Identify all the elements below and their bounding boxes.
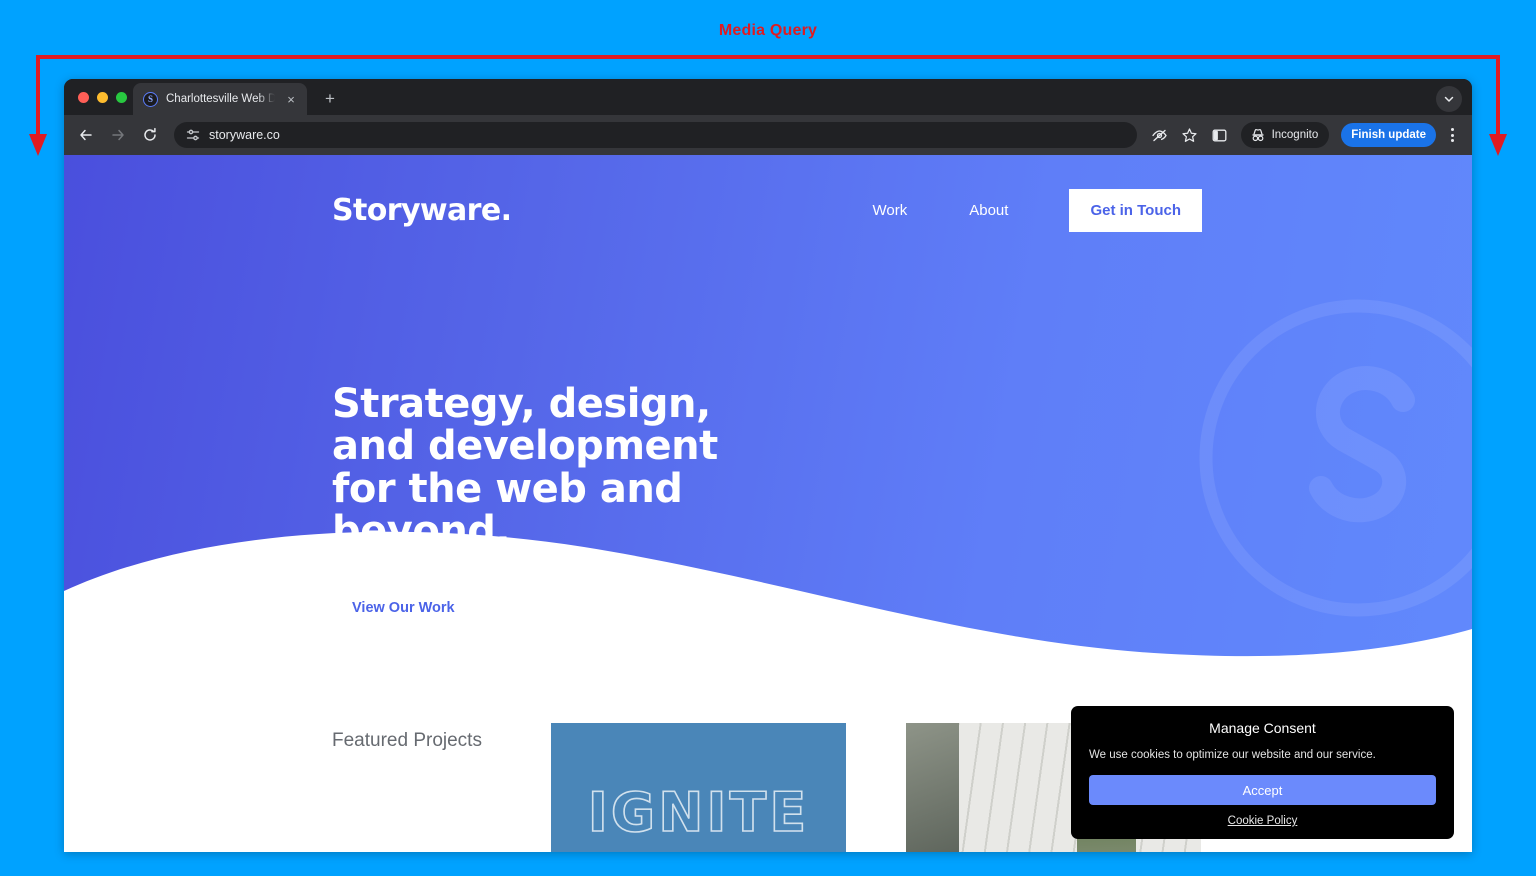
kebab-dot (1450, 128, 1454, 131)
featured-projects-heading: Featured Projects (332, 730, 482, 751)
address-bar[interactable]: storyware.co (174, 122, 1137, 148)
site-logo[interactable]: Storyware. (332, 192, 512, 228)
star-icon (1182, 127, 1197, 142)
finish-update-button[interactable]: Finish update (1341, 123, 1436, 147)
browser-window: S Charlottesville Web Design & × + (64, 79, 1472, 852)
incognito-hat-icon (1251, 129, 1264, 142)
hero-section: Storyware. Work About Get in Touch Strat… (64, 155, 1472, 715)
consent-title: Manage Consent (1209, 720, 1316, 736)
view-our-work-button[interactable]: View Our Work (332, 586, 475, 629)
tab-search-button[interactable] (1436, 86, 1462, 112)
reload-icon (144, 127, 156, 141)
incognito-label: Incognito (1271, 129, 1319, 141)
back-arrow-icon (80, 129, 92, 141)
project-card-label: IGNITE (587, 780, 810, 845)
url-text: storyware.co (209, 128, 280, 142)
close-tab-icon[interactable]: × (283, 93, 299, 106)
page-viewport: Storyware. Work About Get in Touch Strat… (64, 155, 1472, 852)
nav-link-about[interactable]: About (938, 202, 1039, 219)
hero-wave-divider (64, 531, 1472, 715)
browser-tab[interactable]: S Charlottesville Web Design & × (133, 83, 307, 115)
side-panel-button[interactable] (1207, 122, 1233, 148)
storyware-s-favicon-icon: S (143, 91, 158, 107)
get-in-touch-button[interactable]: Get in Touch (1069, 188, 1202, 232)
new-tab-button[interactable]: + (321, 90, 339, 107)
incognito-indicator[interactable]: Incognito (1240, 122, 1330, 148)
forward-arrow-icon (112, 129, 124, 141)
cookie-policy-link[interactable]: Cookie Policy (1089, 815, 1436, 827)
project-card-ignite[interactable]: IGNITE (551, 723, 846, 852)
consent-description: We use cookies to optimize our website a… (1089, 749, 1376, 761)
reload-button[interactable] (136, 121, 164, 149)
bookmark-button[interactable] (1177, 122, 1203, 148)
nav-link-work[interactable]: Work (842, 202, 939, 219)
cookie-consent-dialog: Manage Consent We use cookies to optimiz… (1071, 706, 1454, 839)
tab-title: Charlottesville Web Design & (166, 93, 275, 105)
back-button[interactable] (72, 121, 100, 149)
tune-icon[interactable] (186, 128, 200, 142)
window-controls (76, 79, 133, 115)
eye-off-icon (1152, 129, 1167, 141)
site-header: Storyware. Work About Get in Touch (64, 155, 1472, 265)
kebab-dot (1450, 133, 1454, 137)
tracking-protection-button[interactable] (1147, 122, 1173, 148)
site-logo-period: . (500, 192, 512, 228)
minimize-window-button[interactable] (97, 91, 108, 103)
annotation-title: Media Query (718, 22, 818, 39)
site-logo-text: Storyware (332, 192, 501, 228)
maximize-window-button[interactable] (116, 91, 127, 103)
site-nav: Work About Get in Touch (842, 188, 1202, 232)
browser-toolbar: storyware.co Incognito Finish update (64, 115, 1472, 155)
forward-button[interactable] (104, 121, 132, 149)
side-panel-icon (1212, 129, 1227, 141)
close-window-button[interactable] (78, 91, 89, 103)
project-card-photo-roof (906, 723, 960, 852)
accept-cookies-button[interactable]: Accept (1089, 775, 1436, 805)
hero-title: Strategy, design, and development for th… (332, 381, 718, 555)
kebab-dot (1450, 139, 1454, 142)
chevron-down-icon (1444, 96, 1454, 102)
hero-content: Strategy, design, and development for th… (332, 383, 752, 629)
tab-strip: S Charlottesville Web Design & × + (64, 79, 1472, 115)
project-card-label-wrap: IGNITE (551, 780, 846, 845)
browser-menu-button[interactable] (1442, 122, 1462, 148)
